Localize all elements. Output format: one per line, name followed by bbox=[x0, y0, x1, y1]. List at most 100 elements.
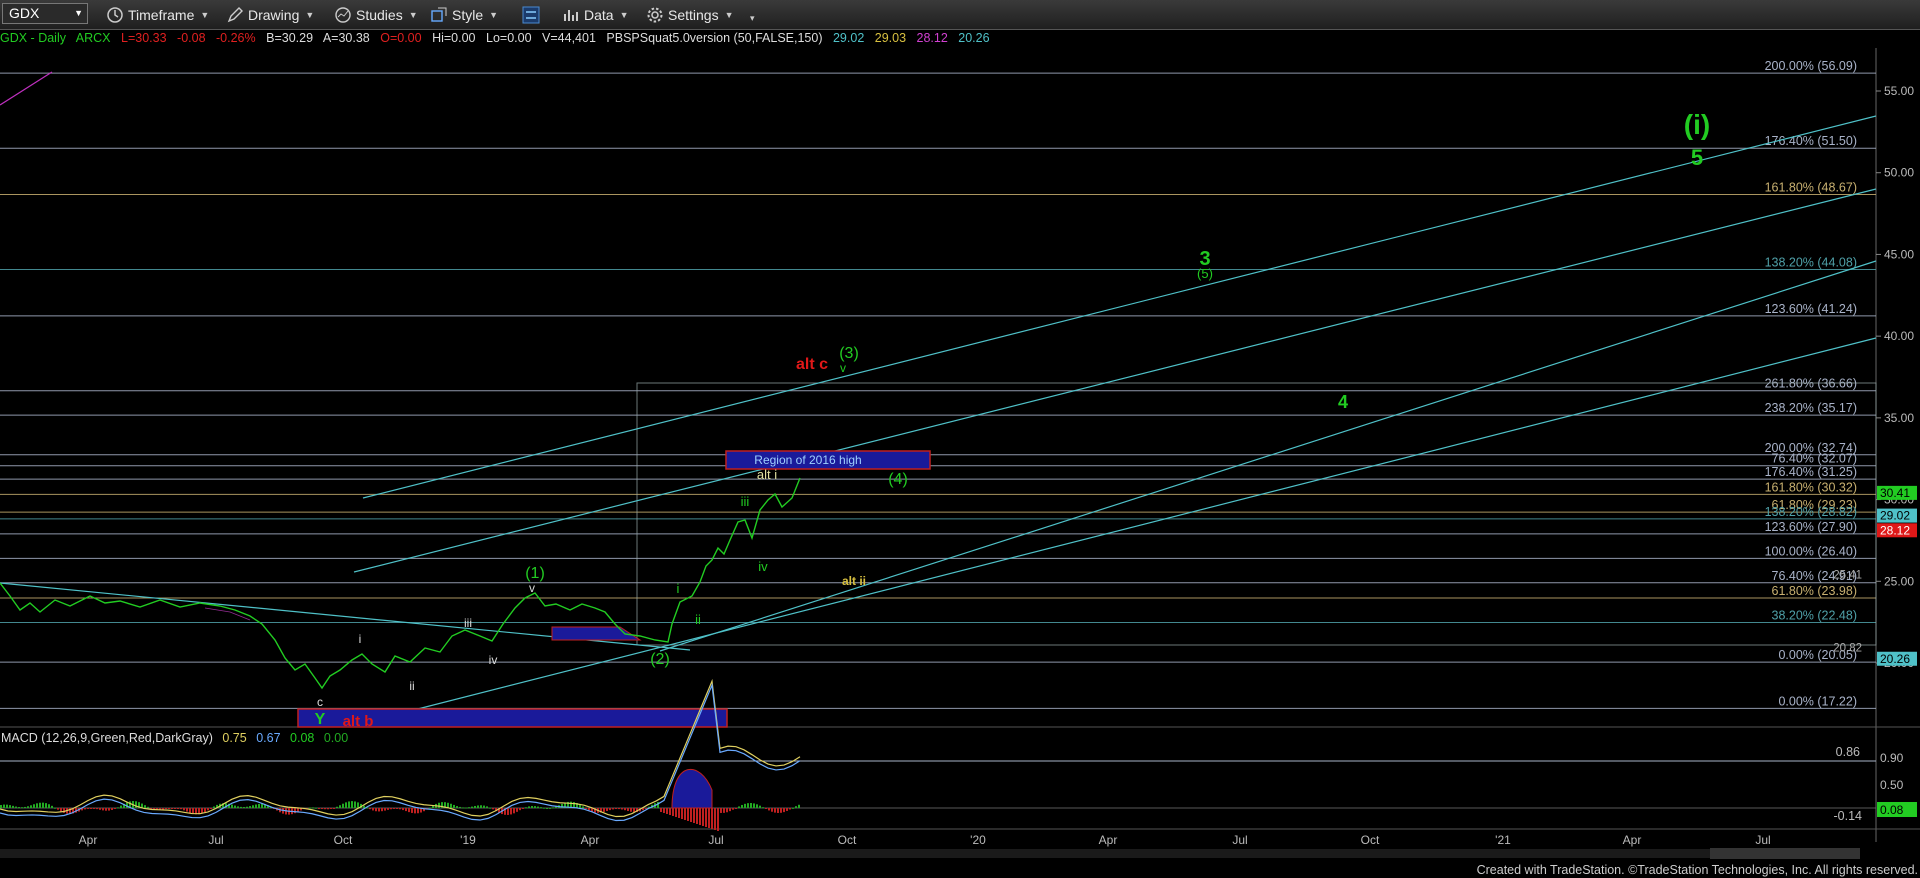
macd-bar bbox=[492, 808, 494, 810]
fib-level-label: 123.60% (41.24) bbox=[1765, 302, 1857, 316]
macd-bar bbox=[333, 808, 335, 809]
scrollbar-thumb[interactable] bbox=[1710, 848, 1860, 859]
macd-bar bbox=[519, 808, 521, 811]
wave-label: c bbox=[317, 695, 323, 709]
wave-label: alt i bbox=[757, 467, 777, 482]
drawing-menu[interactable]: Drawing ▼ bbox=[226, 4, 314, 25]
macd-bar bbox=[630, 808, 632, 812]
fib-level-label: 123.60% (27.90) bbox=[1765, 520, 1857, 534]
macd-bar bbox=[15, 806, 17, 808]
macd-bar bbox=[753, 803, 755, 808]
macd-bar bbox=[93, 808, 95, 809]
macd-bar bbox=[678, 808, 680, 818]
macd-bar bbox=[705, 808, 707, 827]
macd-bar bbox=[240, 806, 242, 808]
layout-icon bbox=[522, 6, 540, 23]
macd-bar bbox=[783, 808, 785, 813]
macd-bar bbox=[465, 807, 467, 809]
macd-bar bbox=[768, 808, 770, 811]
wave-label: (5) bbox=[1197, 266, 1213, 281]
wave-label: i bbox=[677, 581, 680, 596]
macd-bar bbox=[408, 808, 410, 813]
price-tag-text: 29.02 bbox=[1880, 509, 1910, 523]
macd-bar bbox=[681, 808, 683, 819]
region-box-label: Region of 2016 high bbox=[754, 453, 861, 467]
settings-dropdown-icon: ▼ bbox=[724, 9, 734, 20]
time-axis-tick: Oct bbox=[1361, 833, 1380, 847]
timeframe-menu[interactable]: Timeframe ▼ bbox=[106, 4, 209, 25]
macd-bar bbox=[111, 808, 113, 810]
data-dropdown-icon: ▼ bbox=[619, 9, 629, 20]
wave-label: 4 bbox=[1338, 392, 1348, 412]
macd-bar bbox=[327, 808, 329, 810]
macd-value-4: 0.00 bbox=[323, 731, 349, 745]
data-menu[interactable]: Data ▼ bbox=[562, 4, 629, 25]
macd-bar bbox=[732, 808, 734, 810]
settings-menu[interactable]: Settings ▼ bbox=[646, 4, 734, 25]
scrollbar-track[interactable] bbox=[0, 849, 1710, 858]
price-axis-tick: 50.00 bbox=[1884, 166, 1914, 180]
macd-bar bbox=[789, 808, 791, 810]
fib-levels: 200.00% (56.09)176.40% (51.50)161.80% (4… bbox=[0, 59, 1876, 709]
price-axis: 55.0050.0045.0040.0035.0030.0025.0020.00 bbox=[1876, 84, 1914, 670]
macd-bar bbox=[99, 808, 101, 810]
macd-bar bbox=[693, 808, 695, 823]
wave-label: iv bbox=[489, 653, 498, 667]
wave-label: Y bbox=[315, 711, 326, 728]
macd-bar bbox=[615, 808, 617, 810]
macd-bar bbox=[759, 805, 761, 808]
style-menu[interactable]: Style ▼ bbox=[430, 4, 498, 25]
macd-bar bbox=[510, 808, 512, 815]
macd-bar bbox=[696, 808, 698, 824]
time-axis-tick: '20 bbox=[970, 833, 986, 847]
macd-bar bbox=[258, 803, 260, 808]
price-tag-text: 28.12 bbox=[1880, 523, 1910, 537]
macd-bar bbox=[627, 808, 629, 812]
macd-bar bbox=[231, 804, 233, 808]
symbol-dropdown-icon[interactable]: ▼ bbox=[74, 4, 83, 23]
fib-level-label: 100.00% (26.40) bbox=[1765, 544, 1857, 558]
macd-bar bbox=[87, 808, 89, 809]
fib-level-label: 161.80% (48.67) bbox=[1765, 180, 1857, 194]
data-label: Data bbox=[584, 6, 614, 23]
macd-bar bbox=[249, 806, 251, 808]
macd-bar bbox=[252, 805, 254, 808]
symbol-input[interactable]: GDX ▼ bbox=[2, 3, 88, 24]
macd-bar bbox=[312, 807, 314, 809]
macd-bar bbox=[726, 808, 728, 813]
macd-bar bbox=[351, 801, 353, 808]
macd-bar bbox=[0, 805, 2, 808]
magenta-line bbox=[0, 71, 53, 106]
macd-bar bbox=[690, 808, 692, 822]
time-axis-tick: Jul bbox=[1232, 833, 1247, 847]
fib-level-label: 261.80% (36.66) bbox=[1765, 377, 1857, 391]
time-axis-tick: Oct bbox=[838, 833, 857, 847]
studies-menu[interactable]: Studies ▼ bbox=[334, 4, 418, 25]
macd-bar bbox=[702, 808, 704, 826]
wave-label: ii bbox=[409, 679, 414, 693]
macd-bar bbox=[27, 806, 29, 808]
consolidation-box bbox=[551, 626, 642, 641]
macd-bar bbox=[513, 808, 515, 814]
macd-bar bbox=[204, 808, 206, 813]
macd-bar bbox=[339, 805, 341, 808]
macd-bar bbox=[669, 808, 671, 815]
macd-bar bbox=[603, 808, 605, 812]
macd-bar bbox=[588, 808, 590, 811]
layout-button[interactable] bbox=[522, 4, 544, 25]
macd-value-tag-text: 0.08 bbox=[1880, 803, 1904, 817]
macd-bar bbox=[42, 802, 44, 808]
macd-bar bbox=[183, 808, 185, 811]
price-axis-tick: 35.00 bbox=[1884, 411, 1914, 425]
overflow-menu[interactable]: ▾ bbox=[744, 8, 755, 29]
macd-bar bbox=[309, 807, 311, 809]
price-axis-tick: 55.00 bbox=[1884, 84, 1914, 98]
macd-bar bbox=[618, 808, 620, 810]
macd-bar bbox=[522, 808, 524, 809]
drawing-dropdown-icon: ▼ bbox=[305, 9, 315, 20]
macd-bar bbox=[144, 805, 146, 808]
macd-bar bbox=[375, 808, 377, 812]
time-axis-tick: '21 bbox=[1495, 833, 1511, 847]
symbol-text: GDX bbox=[9, 5, 40, 21]
macd-bar bbox=[378, 808, 380, 812]
